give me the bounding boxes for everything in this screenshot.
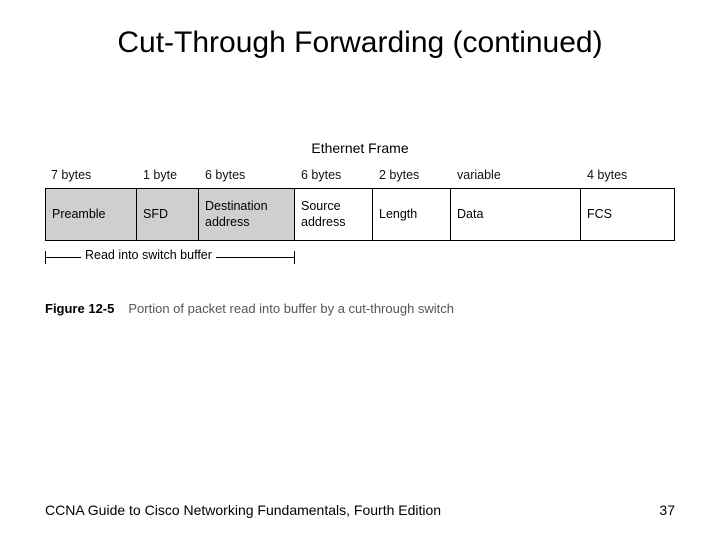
- size-label: variable: [451, 164, 581, 188]
- field-sizes-row: 7 bytes 1 byte 6 bytes 6 bytes 2 bytes v…: [45, 164, 675, 188]
- size-label: 7 bytes: [45, 164, 137, 188]
- field-data: Data: [451, 189, 581, 240]
- field-names-row: Preamble SFD Destination address Source …: [45, 188, 675, 241]
- field-dest: Destination address: [199, 189, 295, 240]
- figure-caption-row: Figure 12-5 Portion of packet read into …: [45, 301, 675, 316]
- frame-title: Ethernet Frame: [45, 140, 675, 156]
- page-number: 37: [659, 502, 675, 518]
- field-length: Length: [373, 189, 451, 240]
- field-sfd: SFD: [137, 189, 199, 240]
- size-label: 6 bytes: [199, 164, 295, 188]
- size-label: 2 bytes: [373, 164, 451, 188]
- footer-source: CCNA Guide to Cisco Networking Fundament…: [45, 502, 441, 518]
- bracket-label: Read into switch buffer: [81, 248, 216, 262]
- slide-footer: CCNA Guide to Cisco Networking Fundament…: [45, 502, 675, 518]
- figure-label: Figure 12-5: [45, 301, 114, 316]
- slide-title: Cut-Through Forwarding (continued): [0, 0, 720, 60]
- bracket-end-right: [294, 251, 295, 264]
- field-preamble: Preamble: [45, 189, 137, 240]
- field-src: Source address: [295, 189, 373, 240]
- ethernet-frame-diagram: Ethernet Frame 7 bytes 1 byte 6 bytes 6 …: [45, 140, 675, 316]
- size-label: 4 bytes: [581, 164, 675, 188]
- size-label: 1 byte: [137, 164, 199, 188]
- size-label: 6 bytes: [295, 164, 373, 188]
- figure-caption: Portion of packet read into buffer by a …: [128, 301, 454, 316]
- field-fcs: FCS: [581, 189, 675, 240]
- buffer-bracket: Read into switch buffer: [45, 251, 295, 287]
